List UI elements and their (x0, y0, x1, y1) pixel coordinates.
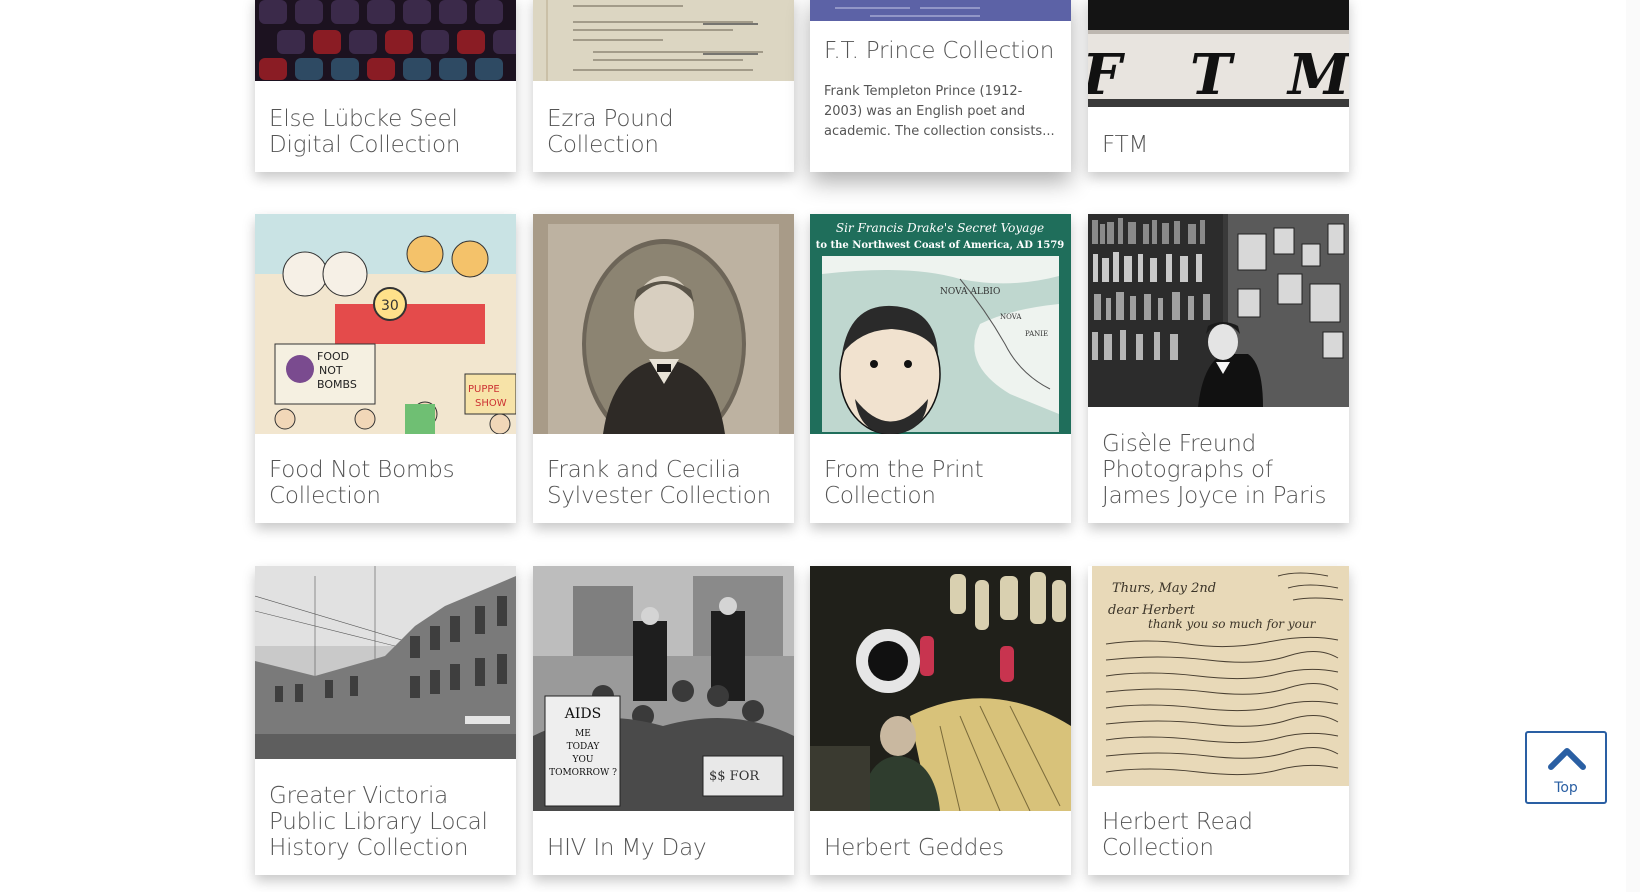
collection-title[interactable]: Gisèle Freund Photographs of James Joyce… (1102, 431, 1337, 509)
collection-title[interactable]: Ezra Pound Collection (547, 106, 782, 158)
collection-card-from-the-print[interactable]: Sir Francis Drake's Secret Voyage to the… (810, 214, 1071, 523)
collection-thumbnail (1088, 214, 1349, 407)
svg-text:PUPPE: PUPPE (468, 384, 500, 395)
sign-line-1: AIDS (564, 706, 601, 722)
map-label-2: NOVA (1000, 313, 1022, 321)
collection-card-hiv-in-my-day[interactable]: AIDS ME TODAY YOU TOMORROW ? $$ FOR HIV … (533, 566, 794, 875)
collection-title[interactable]: Greater Victoria Public Library Local Hi… (269, 783, 504, 861)
collection-thumbnail (255, 566, 516, 759)
collection-card-gisele-freund[interactable]: Gisèle Freund Photographs of James Joyce… (1088, 214, 1349, 523)
collection-title[interactable]: Herbert Geddes (824, 835, 1059, 861)
collection-card-ftm[interactable]: FTM FTM (1088, 0, 1349, 172)
collection-card-greater-victoria-library[interactable]: Greater Victoria Public Library Local Hi… (255, 566, 516, 875)
svg-text:F: F (1088, 42, 1126, 107)
collection-title[interactable]: Food Not Bombs Collection (269, 457, 504, 509)
sign-line-3: TODAY (567, 742, 601, 752)
svg-text:FOOD: FOOD (317, 350, 349, 363)
collection-card-frank-cecilia-sylvester[interactable]: Frank and Cecilia Sylvester Collection (533, 214, 794, 523)
collection-card-food-not-bombs[interactable]: 30 FOOD NOT BOMBS PUPPE SHOW Food Not Bo… (255, 214, 516, 523)
collection-thumbnail: 30 FOOD NOT BOMBS PUPPE SHOW (255, 214, 516, 434)
map-label-3: PANIE (1025, 330, 1048, 338)
collection-card-herbert-read[interactable]: Thurs, May 2nd dear Herbert thank you so… (1088, 566, 1349, 875)
letter-line-1: Thurs, May 2nd (1112, 581, 1216, 596)
back-to-top-button[interactable]: Top (1525, 731, 1607, 804)
collection-thumbnail (533, 214, 794, 434)
collection-card-herbert-geddes[interactable]: Herbert Geddes (810, 566, 1071, 875)
print-heading-line1: Sir Francis Drake's Secret Voyage (836, 221, 1044, 235)
collection-thumbnail: Sir Francis Drake's Secret Voyage to the… (810, 214, 1071, 434)
letter-line-3: thank you so much for your (1148, 617, 1317, 631)
collection-card-ft-prince[interactable]: F.T. Prince Collection Frank Templeton P… (810, 0, 1071, 172)
svg-text:SHOW: SHOW (475, 398, 507, 409)
letter-line-2: dear Herbert (1108, 603, 1196, 618)
page-scrollbar[interactable] (1626, 0, 1640, 892)
collection-thumbnail: AIDS ME TODAY YOU TOMORROW ? $$ FOR (533, 566, 794, 811)
collection-title[interactable]: From the Print Collection (824, 457, 1059, 509)
collection-card-else-lubcke-seel[interactable]: Else Lübcke Seel Digital Collection (255, 0, 516, 172)
collection-thumbnail: Thurs, May 2nd dear Herbert thank you so… (1088, 566, 1349, 786)
collection-description: Frank Templeton Prince (1912-2003) was a… (824, 84, 1055, 139)
sign-line-5: TOMORROW ? (549, 768, 617, 778)
collection-title[interactable]: Else Lübcke Seel Digital Collection (269, 106, 504, 158)
collection-thumbnail: FTM (1088, 0, 1349, 107)
collection-title[interactable]: HIV In My Day (547, 835, 782, 861)
svg-text:NOT: NOT (319, 364, 343, 377)
print-heading-line2: to the Northwest Coast of America, AD 15… (816, 240, 1065, 251)
collection-thumbnail (810, 0, 1071, 21)
collection-thumbnail (255, 0, 516, 81)
svg-text:M: M (1286, 42, 1349, 107)
svg-text:BOMBS: BOMBS (317, 378, 357, 391)
svg-text:T: T (1190, 42, 1236, 107)
collection-title[interactable]: Herbert Read Collection (1102, 809, 1337, 861)
collection-thumbnail (533, 0, 794, 81)
svg-text:$$ FOR: $$ FOR (709, 769, 760, 784)
back-to-top-label: Top (1554, 780, 1578, 796)
collection-title[interactable]: F.T. Prince Collection (824, 38, 1059, 64)
collection-thumbnail (810, 566, 1071, 811)
collection-card-ezra-pound[interactable]: Ezra Pound Collection (533, 0, 794, 172)
sign-line-4: YOU (572, 755, 594, 765)
svg-text:30: 30 (381, 298, 399, 314)
collection-title[interactable]: FTM (1102, 132, 1337, 158)
sign-line-2: ME (575, 729, 591, 739)
chevron-up-icon (1548, 748, 1586, 770)
collection-title[interactable]: Frank and Cecilia Sylvester Collection (547, 457, 782, 509)
